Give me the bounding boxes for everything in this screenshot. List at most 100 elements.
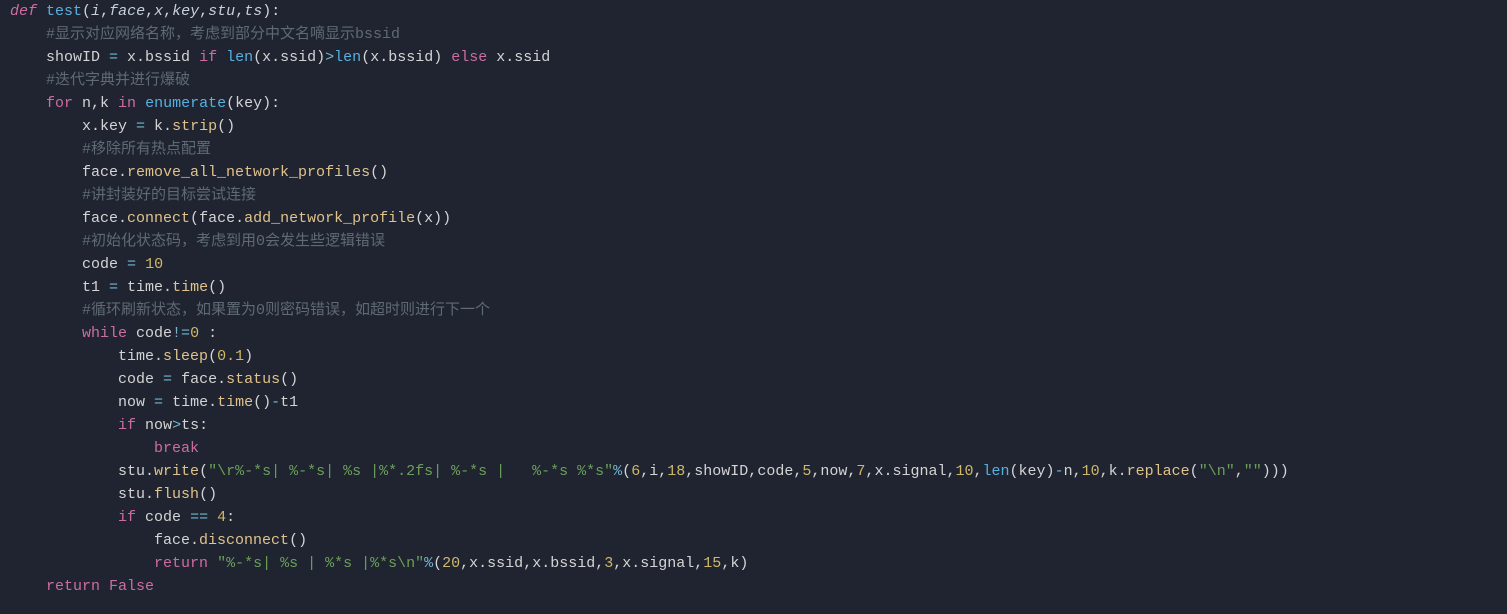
code-line[interactable]: face.remove_all_network_profiles() — [10, 161, 1507, 184]
token-punct: , — [100, 3, 109, 20]
code-line-content: showID = x.bssid if len(x.ssid)>len(x.bs… — [10, 46, 550, 69]
code-line[interactable]: now = time.time()-t1 — [10, 391, 1507, 414]
code-line[interactable]: #迭代字典并进行爆破 — [10, 69, 1507, 92]
code-line[interactable]: #初始化状态码，考虑到用0会发生些逻辑错误 — [10, 230, 1507, 253]
token-punct: ( — [208, 348, 217, 365]
token-punct: ( — [1190, 463, 1199, 480]
token-op: != — [172, 325, 190, 342]
code-line[interactable]: t1 = time.time() — [10, 276, 1507, 299]
token-punct: , — [640, 463, 649, 480]
token-call: remove_all_network_profiles — [127, 164, 370, 181]
token-ident: face. — [82, 164, 127, 181]
code-line-content: code = face.status() — [10, 368, 298, 391]
token-keyword: while — [82, 325, 127, 342]
token-param: i — [91, 3, 100, 20]
indent — [10, 256, 82, 273]
indent — [10, 95, 46, 112]
token-call: disconnect — [199, 532, 289, 549]
token-ident: time. — [118, 348, 163, 365]
code-line[interactable]: #移除所有热点配置 — [10, 138, 1507, 161]
code-line[interactable]: code = 10 — [10, 253, 1507, 276]
token-builtin: len — [983, 463, 1010, 480]
code-line-content: for n,k in enumerate(key): — [10, 92, 280, 115]
code-line-content: t1 = time.time() — [10, 276, 226, 299]
token-param: ts — [244, 3, 262, 20]
token-string: "%-*s| %s | %*s |%*s\n" — [217, 555, 424, 572]
token-punct: ( — [415, 210, 424, 227]
token-number: 20 — [442, 555, 460, 572]
token-ident: x.bssid — [532, 555, 595, 572]
token-number: 4 — [217, 509, 226, 526]
token-ident: x.ssid — [469, 555, 523, 572]
code-line-content: #循环刷新状态，如果置为0则密码错误，如超时则进行下一个 — [10, 299, 490, 322]
token-comment: #初始化状态码，考虑到用0会发生些逻辑错误 — [82, 233, 385, 250]
token-call: add_network_profile — [244, 210, 415, 227]
code-line-content: #显示对应网络名称，考虑到部分中文名嘀显示bssid — [10, 23, 400, 46]
token-punct: ( — [622, 463, 631, 480]
indent — [10, 486, 118, 503]
token-punct: , — [721, 555, 730, 572]
code-line[interactable]: x.key = k.strip() — [10, 115, 1507, 138]
code-line[interactable]: code = face.status() — [10, 368, 1507, 391]
code-line[interactable]: def test(i,face,x,key,stu,ts): — [10, 0, 1507, 23]
code-line[interactable]: time.sleep(0.1) — [10, 345, 1507, 368]
code-line-content: x.key = k.strip() — [10, 115, 235, 138]
code-line-content: #讲封装好的目标尝试连接 — [10, 184, 256, 207]
token-ident — [136, 256, 145, 273]
token-punct: ( — [433, 555, 442, 572]
token-ident: x.bssid — [118, 49, 199, 66]
token-punct: () — [280, 371, 298, 388]
code-line[interactable]: face.disconnect() — [10, 529, 1507, 552]
code-line[interactable]: if code == 4: — [10, 506, 1507, 529]
code-line[interactable]: #循环刷新状态，如果置为0则密码错误，如超时则进行下一个 — [10, 299, 1507, 322]
indent — [10, 509, 118, 526]
token-punct: () — [208, 279, 226, 296]
token-param: stu — [208, 3, 235, 20]
token-keyword: return — [46, 578, 100, 595]
code-line[interactable]: return "%-*s| %s | %*s |%*s\n"%(20,x.ssi… — [10, 552, 1507, 575]
token-punct: ) — [244, 348, 253, 365]
token-ident: ts: — [181, 417, 208, 434]
token-ident: time. — [163, 394, 217, 411]
code-line[interactable]: showID = x.bssid if len(x.ssid)>len(x.bs… — [10, 46, 1507, 69]
token-punct: , — [1100, 463, 1109, 480]
token-ident — [136, 95, 145, 112]
token-ident — [208, 555, 217, 572]
token-keyword: if — [118, 509, 136, 526]
code-line[interactable]: return False — [10, 575, 1507, 598]
indent — [10, 463, 118, 480]
code-line[interactable]: stu.write("\r%-*s| %-*s| %s |%*.2fs| %-*… — [10, 460, 1507, 483]
code-line[interactable]: for n,k in enumerate(key): — [10, 92, 1507, 115]
code-line[interactable]: if now>ts: — [10, 414, 1507, 437]
token-comment: #移除所有热点配置 — [82, 141, 211, 158]
code-line[interactable]: #讲封装好的目标尝试连接 — [10, 184, 1507, 207]
code-line[interactable]: break — [10, 437, 1507, 460]
token-op: - — [1055, 463, 1064, 480]
token-ident: code — [757, 463, 793, 480]
token-keyword: if — [118, 417, 136, 434]
code-editor[interactable]: def test(i,face,x,key,stu,ts): #显示对应网络名称… — [0, 0, 1507, 598]
token-comment: #讲封装好的目标尝试连接 — [82, 187, 256, 204]
token-ident: x.key — [82, 118, 136, 135]
token-number: 0.1 — [217, 348, 244, 365]
token-punct: () — [199, 486, 217, 503]
code-line[interactable]: while code!=0 : — [10, 322, 1507, 345]
indent — [10, 49, 46, 66]
token-punct: ): — [262, 3, 280, 20]
token-punct: ) — [1046, 463, 1055, 480]
token-punct: , — [793, 463, 802, 480]
code-line[interactable]: stu.flush() — [10, 483, 1507, 506]
code-line[interactable]: #显示对应网络名称，考虑到部分中文名嘀显示bssid — [10, 23, 1507, 46]
indent — [10, 118, 82, 135]
token-punct: ( — [226, 95, 235, 112]
token-op: % — [424, 555, 433, 572]
token-ident: x.bssid — [370, 49, 433, 66]
token-ident: t1 — [280, 394, 298, 411]
token-call: time — [217, 394, 253, 411]
token-ident: showID — [46, 49, 109, 66]
token-op: - — [271, 394, 280, 411]
token-op: = — [163, 371, 172, 388]
token-punct: ( — [253, 49, 262, 66]
code-line[interactable]: face.connect(face.add_network_profile(x)… — [10, 207, 1507, 230]
token-ident: code — [82, 256, 127, 273]
